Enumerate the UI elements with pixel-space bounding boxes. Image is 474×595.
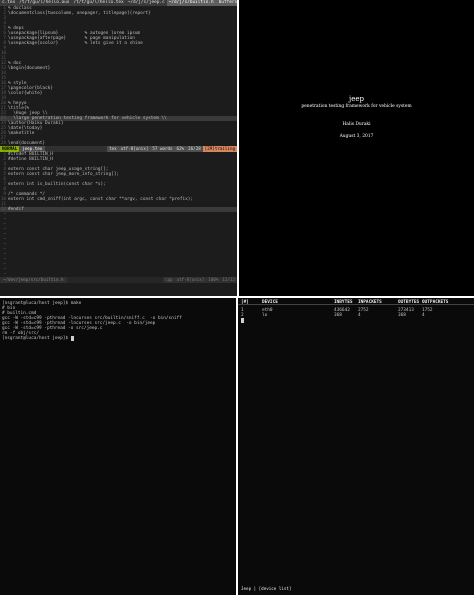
- status-position: 12/12: [220, 277, 237, 283]
- line-text: \maketitle: [8, 131, 35, 136]
- line-number: 28: [0, 141, 6, 146]
- line-text: extern int is_builtin(const char *s);: [8, 182, 106, 187]
- terminal-cursor: [70, 336, 74, 341]
- editor-bottom[interactable]: 1 #ifndef BUILTIN_H 2 #define BUILTIN_H 3 4 ex…: [0, 152, 237, 277]
- pdf-title-page: jeep penetration testing framework for v…: [239, 95, 474, 140]
- line-text: #define BUILTIN_H: [8, 157, 53, 162]
- pdf-date: August 3, 2017: [339, 134, 374, 139]
- shell-terminal-pane[interactable]: [nsgrant@luca/host jeep]$ make # bin # bui…: [0, 298, 236, 595]
- line-text: \end{document}: [8, 141, 46, 146]
- line-text: extern const char jeep_more_info_string[…: [8, 172, 120, 177]
- pdf-subtitle: penetration testing framework for vehicl…: [301, 104, 412, 109]
- col-outbytes: OUTBYTES: [398, 300, 420, 305]
- col-inbytes: INBYTES: [334, 300, 353, 305]
- pdf-author: Halis Duraki: [342, 122, 371, 127]
- code-line[interactable]: 28 \end{document}: [0, 141, 237, 146]
- col-outpackets: OUTPACKETS: [422, 300, 449, 305]
- col-inpackets: INPACKETS: [358, 300, 382, 305]
- col-index: [#]: [241, 300, 249, 305]
- col-device: DEVICE: [262, 300, 278, 305]
- editor-top[interactable]: 1% doclass 2 \documentclass[twocolumn, one…: [0, 6, 237, 146]
- jeep-terminal-pane[interactable]: [#] DEVICE INBYTES INPACKETS OUTBYTES OU…: [238, 298, 474, 595]
- pdf-viewer-pane[interactable]: jeep penetration testing framework for v…: [239, 0, 474, 296]
- device-row[interactable]: 2 lo 368 4 368 4: [238, 313, 474, 318]
- status-fill: [66, 277, 163, 283]
- status-percent: 100%: [206, 277, 221, 283]
- device-table-header: [#] DEVICE INBYTES INPACKETS OUTBYTES OU…: [238, 298, 474, 305]
- statusline-bottom: ~/dev/jeep/src/builtin.h cpp utf-8[unix]…: [0, 277, 237, 283]
- line-text: \color{white}: [8, 91, 43, 96]
- vim-pane[interactable]: c.tex /t/t/gu/l/hello.aux /t/t/gu/l/hell…: [0, 0, 237, 296]
- cell: 368: [398, 313, 406, 318]
- status-filename: ~/dev/jeep/src/builtin.h: [0, 277, 67, 283]
- cell: 368: [334, 313, 342, 318]
- line-text: \begin{document}: [8, 66, 51, 71]
- line-text: \usepackage{xcolor} % lets give it a shi…: [8, 41, 143, 46]
- line-text: extern int cmd_sniff(int argc, const cha…: [8, 197, 194, 202]
- status-filetype: cpp: [162, 277, 175, 283]
- shell-output: [nsgrant@luca/host jeep]$ make # bin # bui…: [0, 298, 236, 341]
- terminal-cursor: [241, 318, 244, 323]
- shell-line-text: [nsgrant@luca/host jeep]$: [2, 336, 71, 341]
- pdf-title: jeep: [349, 95, 364, 103]
- line-text: \documentclass[twocolumn, onepager, titl…: [8, 11, 151, 16]
- cell: 4: [358, 313, 361, 318]
- line-text: #endif: [8, 207, 24, 212]
- cell: 4: [422, 313, 425, 318]
- status-encoding: utf-8[unix]: [174, 277, 207, 283]
- jeep-status-line: Jeep | [device list]: [241, 586, 292, 591]
- cell: lo: [262, 313, 268, 318]
- shell-line: [nsgrant@luca/host jeep]$: [0, 336, 236, 341]
